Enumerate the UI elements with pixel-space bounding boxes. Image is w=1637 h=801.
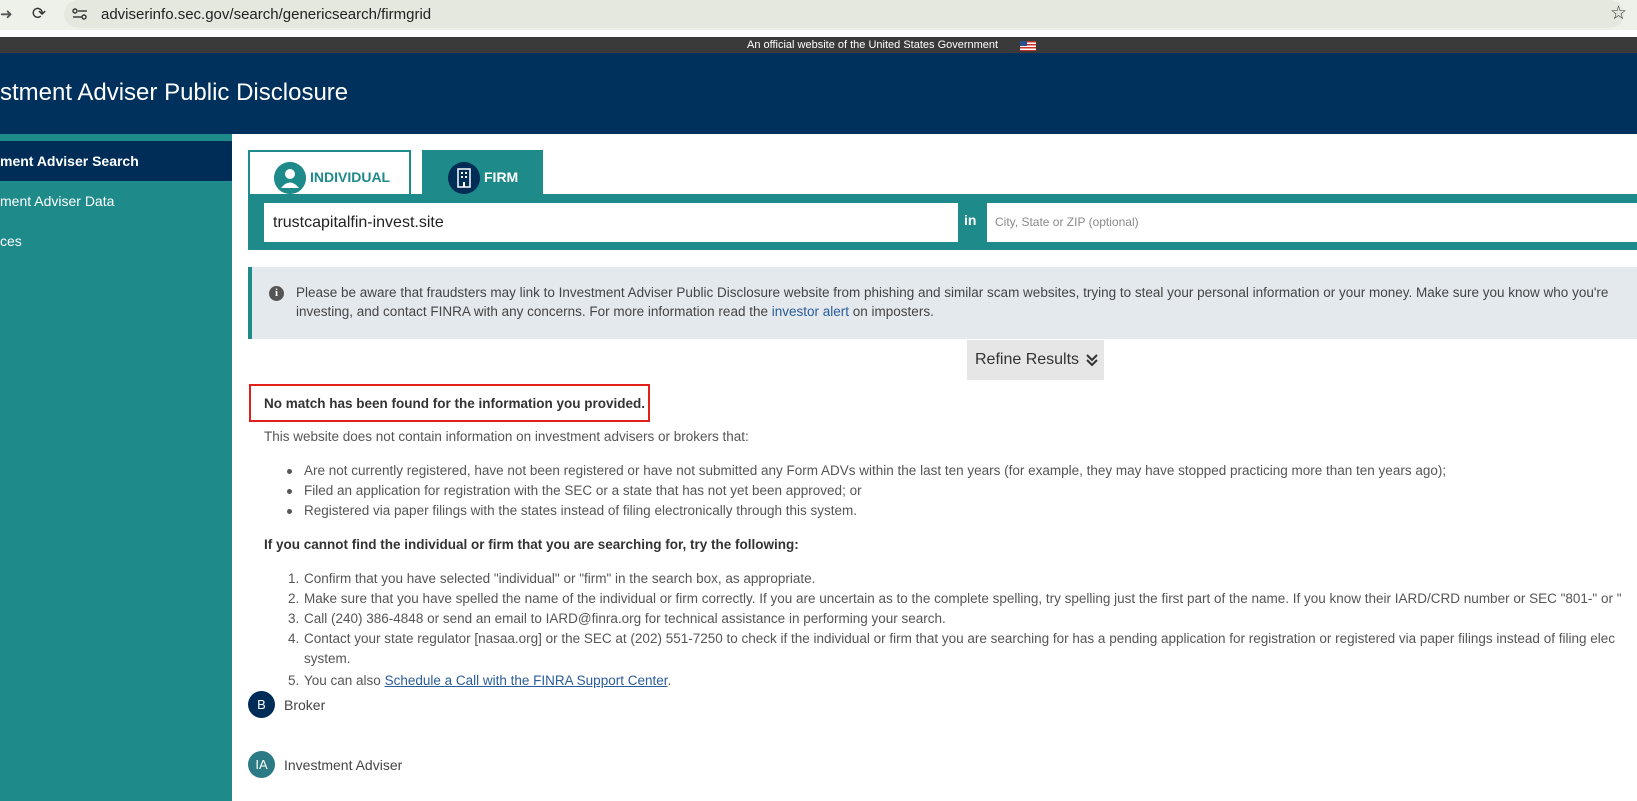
broker-badge: B [248,691,275,718]
step-number: 2. [288,591,300,606]
person-icon [274,162,306,194]
alert-text: Please be aware that fraudsters may link… [296,283,1637,321]
list-item-continued: system. [304,651,351,666]
step-number: 3. [288,611,300,626]
list-item: You can also Schedule a Call with the FI… [304,672,671,689]
step-number: 4. [288,631,300,646]
investment-adviser-label: Investment Adviser [284,757,403,773]
sidebar-item-resources[interactable]: ces [0,221,232,261]
investment-adviser-badge: IA [248,751,275,778]
sidebar-item-label: ment Adviser Data [0,193,115,209]
sidebar-item-label: ment Adviser Search [0,153,139,169]
list-item: Registered via paper filings with the st… [304,503,858,518]
refine-label: Refine Results [975,351,1080,368]
no-match-message: No match has been found for the informat… [264,396,646,411]
step-number: 1. [288,571,300,586]
investor-alert-link[interactable]: investor alert [772,304,849,319]
bullet-dot [287,489,292,494]
reload-icon[interactable]: ⟳ [29,4,49,24]
gov-banner-text: An official website of the United States… [747,39,999,51]
bullet-dot [287,509,292,514]
try-heading: If you cannot find the individual or fir… [264,537,799,552]
arrow-right-icon[interactable]: ➜ [0,5,14,25]
page-title: stment Adviser Public Disclosure [0,79,349,106]
sidebar-item-adviser-search[interactable]: ment Adviser Search [0,141,232,181]
intro-text: This website does not contain informatio… [264,429,749,444]
list-item: Make sure that you have spelled the name… [304,591,1622,606]
url-text[interactable]: adviserinfo.sec.gov/search/genericsearch… [101,6,431,23]
alert-line-1: Please be aware that fraudsters may link… [296,285,1609,300]
list-item: Filed an application for registration wi… [304,483,862,498]
schedule-call-link[interactable]: Schedule a Call with the FINRA Support C… [385,673,668,688]
list-item: Are not currently registered, have not b… [304,463,1447,478]
bullet-dot [287,469,292,474]
alert-line-2: investing, and contact FINRA with any co… [296,302,1637,321]
double-chevron-down-icon [1086,354,1098,367]
sidebar-item-adviser-data[interactable]: ment Adviser Data [0,181,232,221]
site-header: stment Adviser Public Disclosure [0,53,1637,134]
step5-text: You can also [304,673,385,688]
broker-label: Broker [284,697,326,713]
site-settings-icon[interactable] [72,7,88,21]
sidebar-item-label: ces [0,233,22,249]
star-icon[interactable]: ☆ [1610,3,1627,25]
tab-label: FIRM [484,169,519,185]
search-input[interactable]: trustcapitalfin-invest.site [264,203,958,242]
sidebar: ment Adviser Search ment Adviser Data ce… [0,134,232,801]
list-item: Contact your state regulator [nasaa.org]… [304,631,1615,646]
gov-banner: An official website of the United States… [0,37,1637,53]
step5-end: . [667,673,672,688]
list-item: Call (240) 386-4848 or send an email to … [304,611,946,626]
step-number: 5. [288,673,300,688]
building-icon [448,162,480,194]
info-icon: i [269,286,284,301]
tab-label: INDIVIDUAL [310,169,391,185]
refine-results-button[interactable]: Refine Results [967,340,1104,380]
alert-line-2-text: investing, and contact FINRA with any co… [296,304,772,319]
in-label: in [964,212,977,228]
alert-line-2-end: on imposters. [849,304,934,319]
list-item: Confirm that you have selected "individu… [304,571,816,586]
location-input[interactable]: City, State or ZIP (optional) [987,203,1637,242]
us-flag-icon [1020,41,1036,51]
browser-toolbar: ➜ ⟳ adviserinfo.sec.gov/search/genericse… [0,0,1637,30]
